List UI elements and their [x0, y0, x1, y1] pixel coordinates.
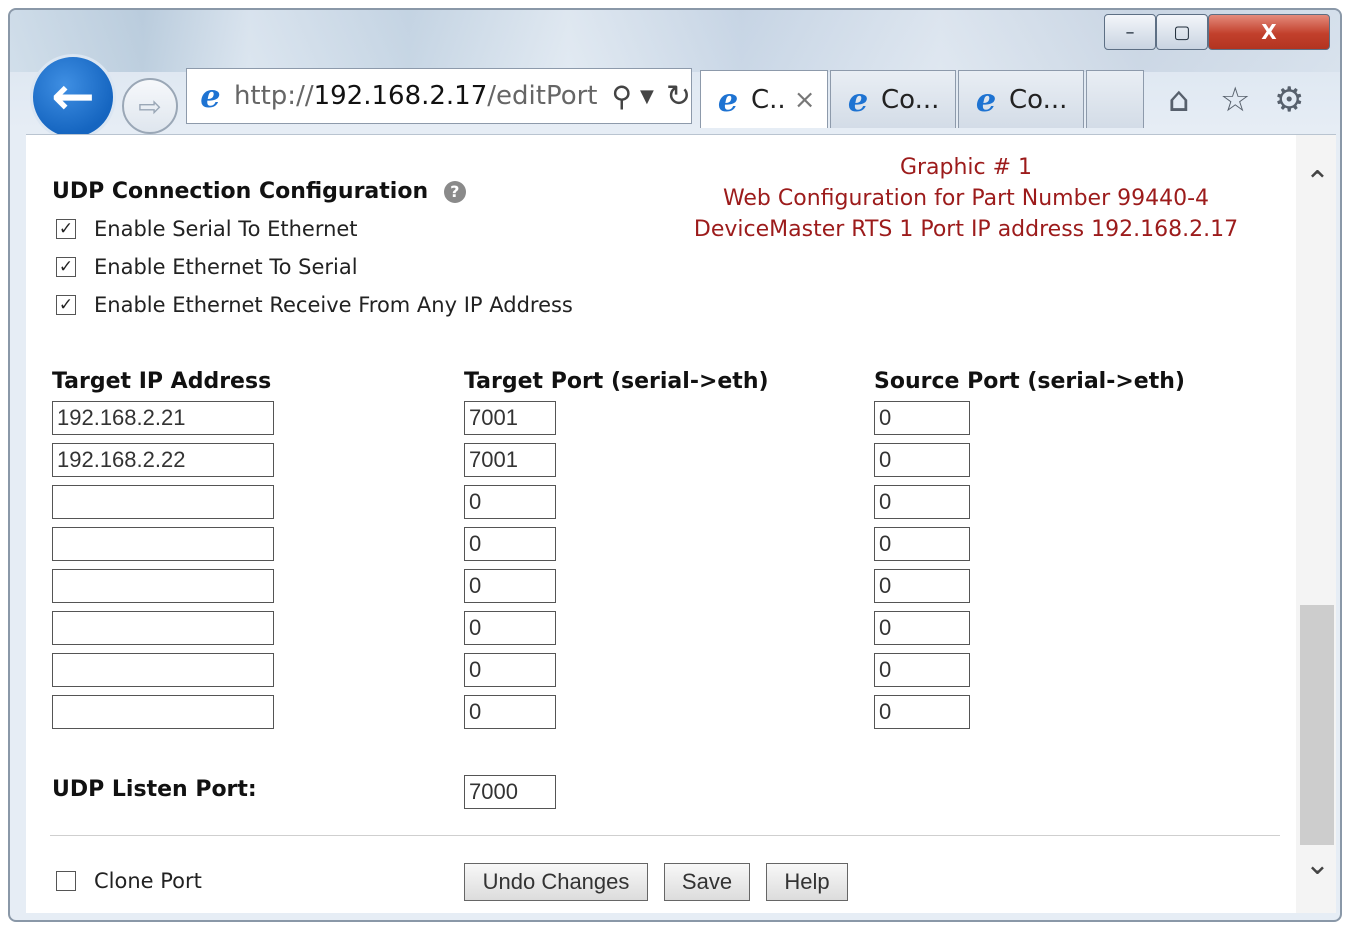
checkbox-unchecked-icon[interactable] [56, 871, 76, 891]
clone-port-label: Clone Port [94, 869, 202, 893]
undo-changes-button[interactable]: Undo Changes [464, 863, 648, 901]
graphic-label: Graphic # 1 [899, 155, 1033, 180]
back-arrow-icon: ← [51, 67, 95, 127]
clone-port-option[interactable]: Clone Port [56, 869, 202, 893]
close-tab-icon[interactable]: × [794, 85, 816, 115]
target-port-input[interactable]: 0 [464, 569, 556, 603]
source-port-input[interactable]: 0 [874, 569, 970, 603]
search-icon[interactable]: ⚲ [612, 80, 633, 113]
ie-logo-icon: e [717, 80, 739, 119]
home-icon[interactable]: ⌂ [1168, 80, 1190, 120]
source-port-input[interactable]: 0 [874, 611, 970, 645]
target-ip-input[interactable] [52, 527, 274, 561]
target-ip-input[interactable] [52, 485, 274, 519]
source-port-input[interactable]: 0 [874, 443, 970, 477]
target-port-input[interactable]: 0 [464, 695, 556, 729]
source-port-input[interactable]: 0 [874, 485, 970, 519]
target-port-input[interactable]: 7001 [464, 443, 556, 477]
target-port-input[interactable]: 0 [464, 611, 556, 645]
address-bar[interactable]: e http://192.168.2.17/editPort ⚲ ▼ ↻ [186, 68, 692, 124]
udp-listen-port-input[interactable]: 7000 [464, 775, 556, 809]
settings-gear-icon[interactable]: ⚙ [1274, 80, 1304, 120]
device-address-note: DeviceMaster RTS 1 Port IP address 192.1… [693, 217, 1239, 242]
favorites-star-icon[interactable]: ☆ [1220, 80, 1250, 120]
option-receive-any-ip[interactable]: ✓ Enable Ethernet Receive From Any IP Ad… [56, 293, 573, 317]
tab-3[interactable]: e Co... [958, 70, 1084, 128]
dropdown-arrow-icon[interactable]: ▼ [640, 86, 654, 107]
target-port-input[interactable]: 7001 [464, 401, 556, 435]
page-content: ⌃ ⌄ Graphic # 1 Web Configuration for Pa… [26, 134, 1336, 913]
target-ip-input[interactable]: 192.168.2.22 [52, 443, 274, 477]
vertical-scrollbar[interactable]: ⌃ ⌄ [1296, 135, 1336, 913]
tab-label: Co... [881, 84, 940, 115]
header-target-port: Target Port (serial->eth) [464, 369, 769, 394]
checkbox-checked-icon[interactable]: ✓ [56, 257, 76, 277]
source-port-input[interactable]: 0 [874, 527, 970, 561]
udp-section-title: UDP Connection Configuration ? [52, 179, 466, 204]
option-label: Enable Serial To Ethernet [94, 217, 358, 241]
tab-label: C.. [751, 84, 786, 115]
target-ip-input[interactable] [52, 569, 274, 603]
ie-logo-icon: e [847, 80, 869, 119]
forward-arrow-icon: ⇨ [138, 89, 162, 123]
source-port-input[interactable]: 0 [874, 695, 970, 729]
target-port-input[interactable]: 0 [464, 653, 556, 687]
scroll-thumb[interactable] [1300, 605, 1334, 845]
ie-logo-icon: e [200, 77, 221, 115]
browser-window: – ▢ X ← ⇨ e http://192.168.2.17/editPort… [8, 8, 1342, 922]
source-port-input[interactable]: 0 [874, 401, 970, 435]
udp-listen-port-label: UDP Listen Port: [52, 777, 257, 802]
target-ip-input[interactable] [52, 611, 274, 645]
target-port-input[interactable]: 0 [464, 527, 556, 561]
tab-active[interactable]: e C.. × [700, 70, 828, 128]
url-prefix: http:// [233, 81, 314, 111]
back-button[interactable]: ← [30, 54, 116, 140]
header-source-port: Source Port (serial->eth) [874, 369, 1185, 394]
option-ethernet-to-serial[interactable]: ✓ Enable Ethernet To Serial [56, 255, 358, 279]
refresh-icon[interactable]: ↻ [666, 79, 691, 114]
save-button[interactable]: Save [664, 863, 750, 901]
option-serial-to-ethernet[interactable]: ✓ Enable Serial To Ethernet [56, 217, 358, 241]
tab-label: Co... [1009, 84, 1068, 115]
checkbox-checked-icon[interactable]: ✓ [56, 295, 76, 315]
help-question-icon[interactable]: ? [443, 181, 466, 203]
source-port-input[interactable]: 0 [874, 653, 970, 687]
checkbox-checked-icon[interactable]: ✓ [56, 219, 76, 239]
url-path: /editPort [487, 81, 598, 111]
option-label: Enable Ethernet To Serial [94, 255, 358, 279]
minimize-button[interactable]: – [1104, 14, 1156, 50]
scroll-up-icon[interactable]: ⌃ [1305, 165, 1330, 200]
maximize-button[interactable]: ▢ [1156, 14, 1208, 50]
target-port-input[interactable]: 0 [464, 485, 556, 519]
forward-button[interactable]: ⇨ [122, 78, 178, 134]
divider [50, 835, 1280, 836]
ie-logo-icon: e [975, 80, 997, 119]
target-ip-input[interactable] [52, 695, 274, 729]
part-number-note: Web Configuration for Part Number 99440-… [722, 186, 1210, 211]
tab-2[interactable]: e Co... [830, 70, 956, 128]
new-tab-button[interactable] [1086, 70, 1144, 128]
header-target-ip: Target IP Address [52, 369, 272, 394]
close-window-button[interactable]: X [1208, 14, 1330, 50]
target-ip-input[interactable] [52, 653, 274, 687]
url-host: 192.168.2.17 [313, 81, 488, 111]
target-ip-input[interactable]: 192.168.2.21 [52, 401, 274, 435]
option-label: Enable Ethernet Receive From Any IP Addr… [94, 293, 573, 317]
help-button[interactable]: Help [766, 863, 848, 901]
scroll-down-icon[interactable]: ⌄ [1305, 847, 1330, 882]
